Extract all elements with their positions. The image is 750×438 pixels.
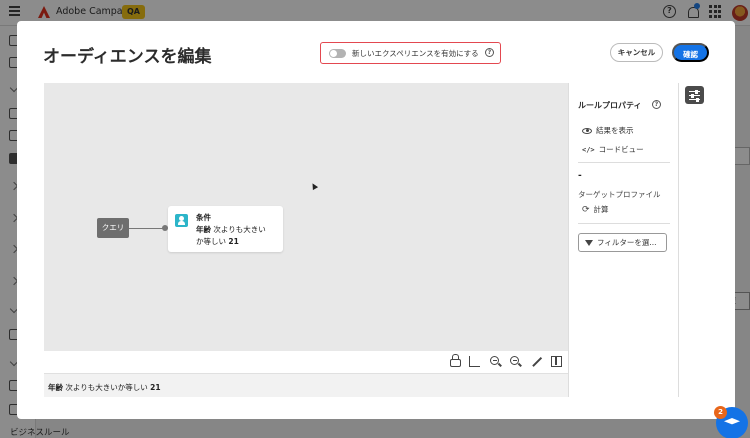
compute-label: 計算 [593,205,609,214]
target-profiles-label: ターゲットプロファイル [578,190,661,199]
zoom-in-icon[interactable] [510,356,519,365]
info-icon[interactable]: ? [485,48,494,57]
condition-title: 条件 [196,213,211,222]
code-icon: </> [582,145,595,154]
summary-operator: 次よりも大きいか等しい [65,383,148,392]
summary-field: 年齢 [48,383,63,392]
settings-sliders-button[interactable] [685,86,704,104]
condition-operator-part2: か等しい [196,237,226,246]
filter-button-label: フィルターを選... [597,238,657,247]
connector-line [129,227,166,229]
divider [578,162,670,163]
lock-icon[interactable] [450,354,461,367]
compute-button[interactable]: ⟳ 計算 [582,204,609,215]
properties-title: ルールプロパティ [578,101,642,110]
condition-text-line2: か等しい 21 [196,236,239,247]
edit-audience-dialog: オーディエンスを編集 新しいエクスペリエンスを有効にする ? キャンセル 確認 … [17,21,735,419]
toggle-switch[interactable] [329,49,346,58]
learn-badge: 2 [714,406,727,419]
eye-icon [582,127,592,134]
rule-properties-panel: ルールプロパティ ? 結果を表示 </> コードビュー - ターゲットプロファイ… [568,83,679,397]
new-experience-toggle[interactable]: 新しいエクスペリエンスを有効にする ? [320,42,501,64]
profile-icon [175,214,188,227]
condition-value: 21 [228,237,239,246]
condition-node[interactable]: 条件 年齢 次よりも大きい か等しい 21 [168,206,283,252]
mouse-cursor-icon [309,181,319,191]
target-count: - [578,171,582,181]
confirm-button[interactable]: 確認 [672,43,709,62]
page-title: オーディエンスを編集 [43,47,212,67]
rule-canvas[interactable]: クエリ 条件 年齢 次よりも大きい か等しい 21 [44,83,568,351]
cancel-button[interactable]: キャンセル [610,43,663,62]
summary-text: 年齢 次よりも大きいか等しい 21 [48,382,161,393]
query-node[interactable]: クエリ [97,218,129,238]
divider [578,223,670,224]
code-view-link[interactable]: </> コードビュー [582,144,644,155]
zoom-out-icon[interactable] [490,356,499,365]
filter-icon [585,239,593,246]
select-filter-button[interactable]: フィルターを選... [578,233,667,252]
refresh-icon: ⟳ [582,204,590,215]
rotate-icon[interactable] [469,356,480,367]
show-results-label: 結果を表示 [596,126,634,135]
show-results-link[interactable]: 結果を表示 [582,125,634,136]
code-view-label: コードビュー [598,145,644,154]
canvas-toolbar [44,351,568,373]
condition-operator-part1: 次よりも大きい [213,225,266,234]
condition-text-line1: 年齢 次よりも大きい [196,224,266,235]
summary-value: 21 [150,383,161,392]
split-view-icon[interactable] [551,356,562,367]
fit-view-icon[interactable] [531,356,542,367]
rule-summary: 年齢 次よりも大きいか等しい 21 [44,373,568,397]
condition-field: 年齢 [196,225,211,234]
toggle-label: 新しいエクスペリエンスを有効にする [352,49,479,58]
info-icon[interactable]: ? [652,100,661,109]
